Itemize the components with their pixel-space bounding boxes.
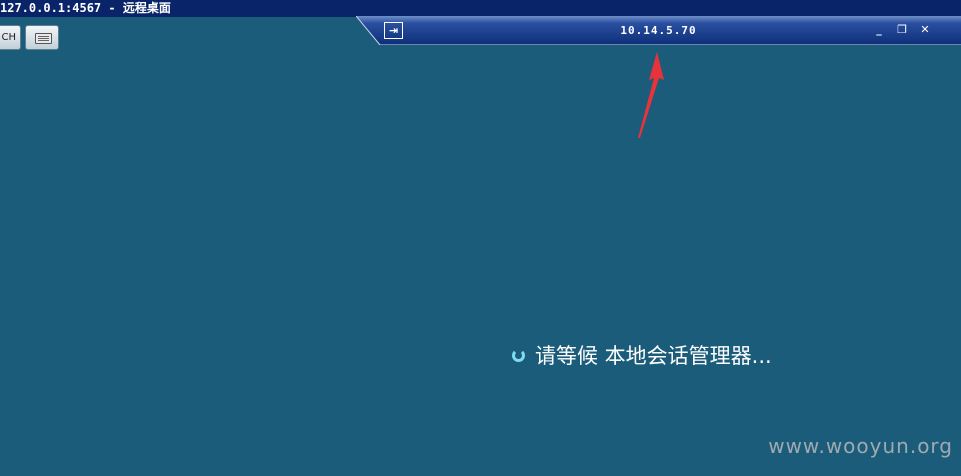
- language-button[interactable]: CH: [0, 25, 21, 50]
- connection-bar-background: [356, 16, 961, 45]
- close-icon[interactable]: ✕: [918, 23, 932, 37]
- keyboard-button[interactable]: [25, 25, 59, 50]
- connection-bar: ⇥ 10.14.5.70 _ ❐ ✕: [356, 16, 961, 45]
- status-text: 请等候 本地会话管理器...: [535, 344, 772, 368]
- language-button-label: CH: [1, 32, 16, 43]
- keyboard-icon: [35, 33, 52, 44]
- window-title: 127.0.0.1:4567 - 远程桌面: [0, 1, 171, 15]
- watermark: www.wooyun.org: [768, 434, 953, 458]
- minimize-icon[interactable]: _: [872, 23, 886, 37]
- pin-icon[interactable]: ⇥: [384, 22, 403, 39]
- annotation-arrow: [638, 52, 664, 138]
- loading-spinner-icon: [512, 348, 525, 362]
- restore-icon[interactable]: ❐: [895, 23, 909, 37]
- window-titlebar[interactable]: 127.0.0.1:4567 - 远程桌面: [0, 0, 961, 17]
- session-status: 请等候 本地会话管理器...: [512, 340, 772, 370]
